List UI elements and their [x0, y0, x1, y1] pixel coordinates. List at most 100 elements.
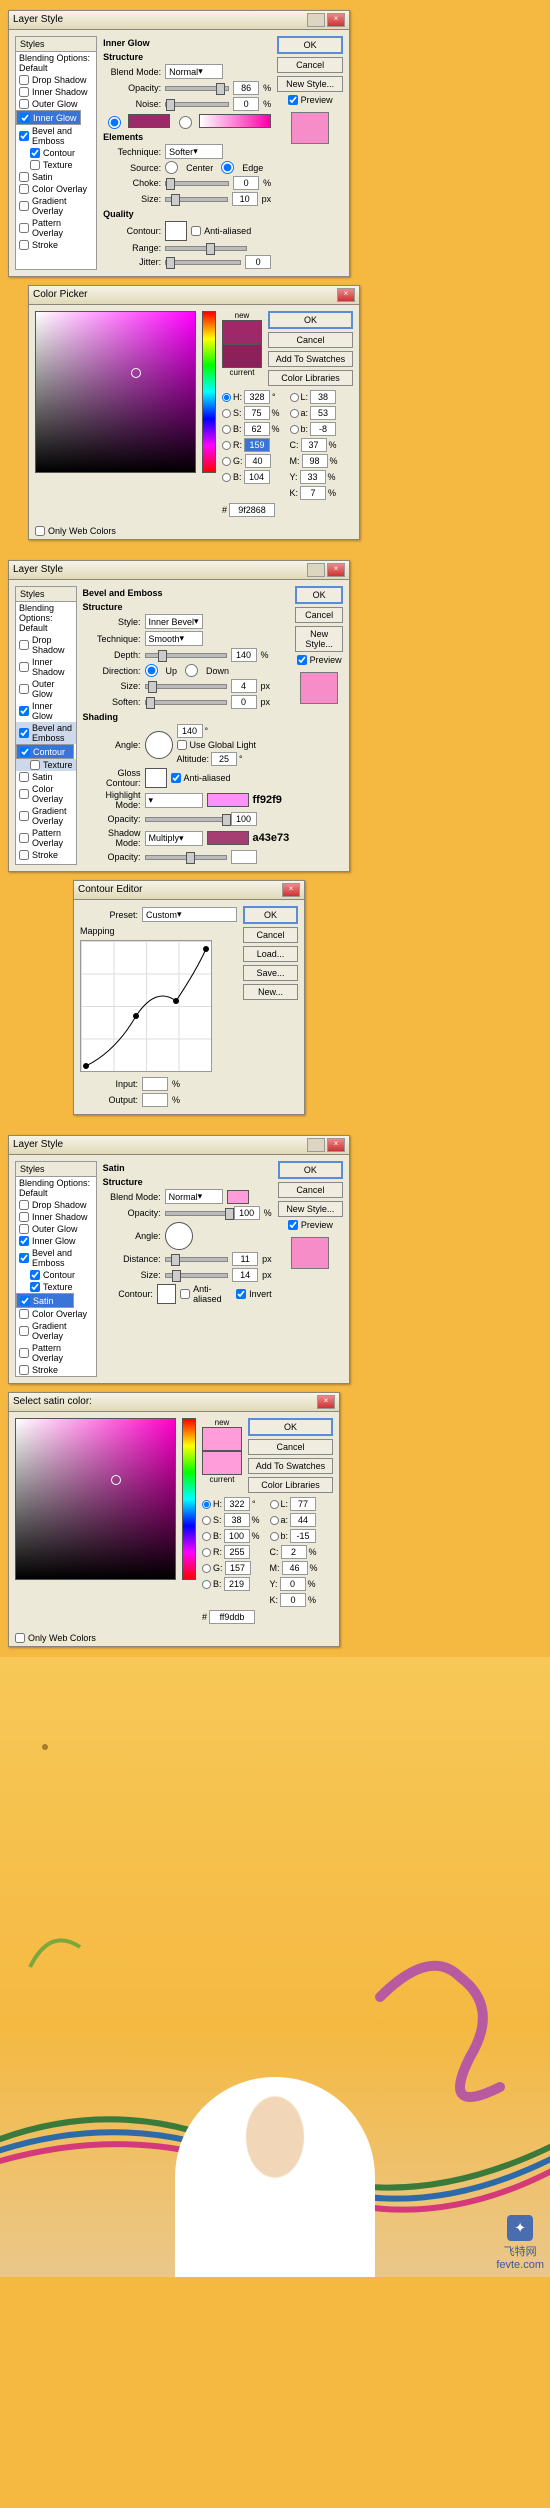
sat2[interactable]: [15, 1418, 176, 1580]
shadow-color-chip[interactable]: [207, 831, 249, 845]
sh-opacity-input[interactable]: [231, 850, 257, 864]
picker-close[interactable]: ×: [337, 288, 355, 302]
satin-dist-input[interactable]: 11: [232, 1252, 258, 1266]
style-drop-shadow[interactable]: Drop Shadow: [16, 74, 96, 86]
glow-color-chip[interactable]: [128, 114, 170, 128]
lb-input[interactable]: -8: [310, 422, 336, 436]
dir-up-radio[interactable]: [145, 664, 158, 677]
co2[interactable]: Color Overlay: [16, 783, 76, 805]
glow-gradient[interactable]: [199, 114, 271, 128]
hl-opacity-input[interactable]: 100: [231, 812, 257, 826]
l-input[interactable]: 38: [310, 390, 336, 404]
close3[interactable]: ×: [327, 1138, 345, 1152]
p2-r[interactable]: 255: [224, 1545, 250, 1559]
highlight-color-chip[interactable]: [207, 793, 249, 807]
angle-dial[interactable]: [145, 731, 173, 759]
jitter-slider[interactable]: [165, 260, 241, 265]
bb-radio[interactable]: [222, 473, 231, 482]
size-slider[interactable]: [165, 197, 227, 202]
r-input[interactable]: 159: [244, 438, 270, 452]
ns3[interactable]: New Style...: [278, 1201, 343, 1217]
p2-g[interactable]: 157: [225, 1561, 251, 1575]
c-input[interactable]: 37: [301, 438, 327, 452]
webcolors-check[interactable]: [35, 526, 45, 536]
style-contour[interactable]: Contour: [16, 147, 96, 159]
ce-save[interactable]: Save...: [243, 965, 298, 981]
outer-glow-check[interactable]: [19, 99, 29, 109]
depth-slider[interactable]: [145, 653, 227, 658]
tx2[interactable]: Texture: [16, 759, 76, 771]
r-radio[interactable]: [222, 441, 231, 450]
p2-y[interactable]: 0: [280, 1577, 306, 1591]
close-button[interactable]: ×: [327, 13, 345, 27]
contour-curve[interactable]: [80, 940, 212, 1072]
contour-thumb[interactable]: [165, 221, 187, 241]
b-input[interactable]: 62: [244, 422, 270, 436]
blending-options[interactable]: Blending Options: Default: [16, 52, 96, 74]
p2-c[interactable]: 2: [281, 1545, 307, 1559]
add-swatches[interactable]: Add To Swatches: [268, 351, 353, 367]
noise-input[interactable]: 0: [233, 97, 259, 111]
soften-input[interactable]: 0: [231, 695, 257, 709]
picker-ok[interactable]: OK: [268, 311, 353, 329]
satin-size-input[interactable]: 14: [232, 1268, 258, 1282]
p2-web[interactable]: [15, 1633, 25, 1643]
g-radio[interactable]: [222, 457, 231, 466]
depth-input[interactable]: 140: [231, 648, 257, 662]
satin-dist-slider[interactable]: [165, 1257, 229, 1262]
bevel-check[interactable]: [19, 131, 29, 141]
preset-select[interactable]: Custom ▾: [142, 907, 237, 922]
k-input[interactable]: 7: [300, 486, 326, 500]
hlmode-select[interactable]: ▾: [145, 793, 203, 808]
soften-slider[interactable]: [145, 700, 227, 705]
satin-invert[interactable]: [236, 1289, 246, 1299]
bevel-size-slider[interactable]: [145, 684, 227, 689]
coloroverlay-check[interactable]: [19, 184, 29, 194]
style-color-overlay[interactable]: Color Overlay: [16, 183, 96, 195]
ok2[interactable]: OK: [295, 586, 343, 604]
style-bevel-emboss[interactable]: Bevel and Emboss: [16, 125, 96, 147]
p2-lb[interactable]: -15: [290, 1529, 316, 1543]
g-input[interactable]: 40: [245, 454, 271, 468]
ok-button[interactable]: OK: [277, 36, 343, 54]
saturation-box[interactable]: [35, 311, 196, 473]
bevel-tech-select[interactable]: Smooth ▾: [145, 631, 203, 646]
shmode-select[interactable]: Multiply ▾: [145, 831, 203, 846]
antialiased-check[interactable]: [191, 226, 201, 236]
opacity-slider[interactable]: [165, 86, 229, 91]
blendmode-select[interactable]: Normal ▾: [165, 64, 223, 79]
ig2[interactable]: Inner Glow: [16, 700, 76, 722]
hue2[interactable]: [182, 1418, 196, 1580]
drop-shadow-check[interactable]: [19, 75, 29, 85]
close2[interactable]: ×: [327, 563, 345, 577]
style-satin[interactable]: Satin: [16, 171, 96, 183]
p2-cancel[interactable]: Cancel: [248, 1439, 333, 1455]
picker-cancel[interactable]: Cancel: [268, 332, 353, 348]
s-radio[interactable]: [222, 409, 231, 418]
inner-shadow-check[interactable]: [19, 87, 29, 97]
a-radio[interactable]: [290, 409, 299, 418]
pattoverlay-check[interactable]: [19, 223, 29, 233]
dir-down-radio[interactable]: [185, 664, 198, 677]
minimize-button[interactable]: [307, 13, 325, 27]
style-inner-glow[interactable]: Inner Glow: [16, 110, 81, 125]
styles-header[interactable]: Styles: [16, 37, 96, 52]
technique-select[interactable]: Softer ▾: [165, 144, 223, 159]
jitter-input[interactable]: 0: [245, 255, 271, 269]
stroke-check[interactable]: [19, 240, 29, 250]
p2-h[interactable]: 322: [224, 1497, 250, 1511]
p2-a[interactable]: 44: [290, 1513, 316, 1527]
hl-opacity-slider[interactable]: [145, 817, 227, 822]
source-edge-radio[interactable]: [221, 161, 234, 174]
range-slider[interactable]: [165, 246, 247, 251]
p2-add[interactable]: Add To Swatches: [248, 1458, 333, 1474]
style-texture[interactable]: Texture: [16, 159, 96, 171]
p2-m[interactable]: 46: [282, 1561, 308, 1575]
cancel-button[interactable]: Cancel: [277, 57, 343, 73]
m-input[interactable]: 98: [302, 454, 328, 468]
color-preview[interactable]: [222, 320, 262, 368]
y-input[interactable]: 33: [300, 470, 326, 484]
gloss-contour[interactable]: [145, 768, 167, 788]
ce-close[interactable]: ×: [282, 883, 300, 897]
noise-slider[interactable]: [165, 102, 229, 107]
